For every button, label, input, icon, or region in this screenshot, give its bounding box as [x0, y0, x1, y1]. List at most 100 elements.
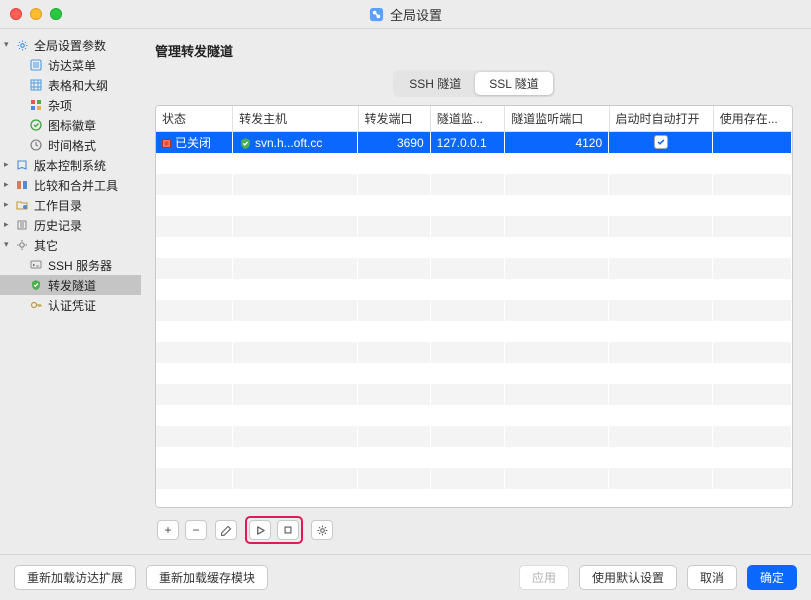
footer: 重新加载访达扩展 重新加载缓存模块 应用 使用默认设置 取消 确定 [0, 554, 811, 600]
column-header[interactable]: 转发主机 [233, 106, 358, 132]
settings-button[interactable] [311, 520, 333, 540]
content-pane: 管理转发隧道 SSH 隧道SSL 隧道 状态转发主机转发端口隧道监...隧道监听… [141, 29, 811, 554]
play-stop-highlight [245, 516, 303, 544]
defaults-button[interactable]: 使用默认设置 [579, 565, 677, 590]
titlebar: 全局设置 [0, 0, 811, 28]
table-row-empty [156, 216, 792, 237]
table-toolbar: + − [155, 508, 793, 548]
column-header[interactable]: 转发端口 [358, 106, 430, 132]
table-header-row: 状态转发主机转发端口隧道监...隧道监听端口启动时自动打开使用存在... [156, 106, 792, 132]
group-icon [14, 37, 30, 53]
sidebar-item[interactable]: 认证凭证 [0, 295, 141, 315]
table-row-empty [156, 447, 792, 468]
table-row-empty [156, 384, 792, 405]
sidebar-item-label: 访达菜单 [48, 57, 96, 74]
table-row-empty [156, 279, 792, 300]
window-body: ▾全局设置参数访达菜单表格和大纲杂项图标徽章时间格式▸版本控制系统▸比较和合并工… [0, 28, 811, 554]
group-icon [14, 157, 30, 173]
sidebar-item[interactable]: 图标徽章 [0, 115, 141, 135]
table-row-empty [156, 363, 792, 384]
sidebar-group-label: 全局设置参数 [34, 37, 106, 54]
tab[interactable]: SSL 隧道 [475, 72, 553, 95]
sidebar[interactable]: ▾全局设置参数访达菜单表格和大纲杂项图标徽章时间格式▸版本控制系统▸比较和合并工… [0, 29, 141, 554]
app-icon [369, 7, 384, 22]
sidebar-group-label: 版本控制系统 [34, 157, 106, 174]
sidebar-item-label: 转发隧道 [48, 277, 96, 294]
sidebar-group[interactable]: ▸比较和合并工具 [0, 175, 141, 195]
sidebar-item[interactable]: 表格和大纲 [0, 75, 141, 95]
minimize-window-button[interactable] [30, 8, 42, 20]
close-window-button[interactable] [10, 8, 22, 20]
caret-icon: ▸ [4, 159, 14, 170]
item-icon [28, 117, 44, 133]
cell-listen-host: 127.0.0.1 [430, 132, 504, 153]
cancel-button[interactable]: 取消 [687, 565, 737, 590]
cell-status: 已关闭 [156, 132, 233, 153]
sidebar-item[interactable]: SSH 服务器 [0, 255, 141, 275]
reload-access-button[interactable]: 重新加载访达扩展 [14, 565, 136, 590]
sidebar-item[interactable]: 时间格式 [0, 135, 141, 155]
sidebar-group[interactable]: ▸ 工作目录 [0, 195, 141, 215]
table-row-empty [156, 468, 792, 489]
item-icon [28, 97, 44, 113]
sidebar-item-label: 表格和大纲 [48, 77, 108, 94]
sidebar-group[interactable]: ▸ 版本控制系统 [0, 155, 141, 175]
remove-button[interactable]: − [185, 520, 207, 540]
cell-port: 3690 [358, 132, 430, 153]
window: 全局设置 ▾全局设置参数访达菜单表格和大纲杂项图标徽章时间格式▸版本控制系统▸比… [0, 0, 811, 600]
page-title: 管理转发隧道 [155, 41, 793, 60]
item-icon [28, 77, 44, 93]
caret-icon: ▾ [4, 239, 14, 250]
group-icon [14, 197, 30, 213]
cell-host: svn.h...oft.cc [233, 132, 358, 153]
stop-button[interactable] [277, 520, 299, 540]
cell-auto-open[interactable] [609, 132, 713, 153]
traffic-lights [10, 8, 62, 20]
item-icon [28, 277, 44, 293]
sidebar-item[interactable]: 杂项 [0, 95, 141, 115]
table-row[interactable]: 已关闭 svn.h...oft.cc 3690 127.0.0.1 4120 [156, 132, 792, 153]
reload-cache-button[interactable]: 重新加载缓存模块 [146, 565, 268, 590]
checkbox-icon[interactable] [654, 135, 668, 149]
add-button[interactable]: + [157, 520, 179, 540]
tab[interactable]: SSH 隧道 [395, 72, 475, 95]
status-indicator-icon [162, 139, 171, 148]
sidebar-group[interactable]: ▾ 其它 [0, 235, 141, 255]
sidebar-group[interactable]: ▾全局设置参数 [0, 35, 141, 55]
edit-button[interactable] [215, 520, 237, 540]
table-row-empty [156, 153, 792, 174]
table-row-empty [156, 195, 792, 216]
sidebar-group-label: 历史记录 [34, 217, 82, 234]
zoom-window-button[interactable] [50, 8, 62, 20]
sidebar-group-label: 其它 [34, 237, 58, 254]
column-header[interactable]: 隧道监听端口 [505, 106, 609, 132]
play-button[interactable] [249, 520, 271, 540]
item-icon [28, 297, 44, 313]
column-header[interactable]: 状态 [156, 106, 233, 132]
sidebar-group-label: 工作目录 [34, 197, 82, 214]
table-body[interactable]: 已关闭 svn.h...oft.cc 3690 127.0.0.1 4120 [156, 132, 792, 507]
sidebar-group[interactable]: ▸历史记录 [0, 215, 141, 235]
group-icon [14, 177, 30, 193]
column-header[interactable]: 启动时自动打开 [609, 106, 713, 132]
table-row-empty [156, 342, 792, 363]
window-title: 全局设置 [0, 5, 811, 24]
shield-icon [239, 137, 252, 150]
column-header[interactable]: 使用存在... [713, 106, 792, 132]
table-row-empty [156, 174, 792, 195]
item-icon [28, 57, 44, 73]
tab-segmented-control[interactable]: SSH 隧道SSL 隧道 [393, 70, 555, 97]
table-row-empty [156, 489, 792, 507]
sidebar-group-label: 比较和合并工具 [34, 177, 118, 194]
group-icon [14, 217, 30, 233]
ok-button[interactable]: 确定 [747, 565, 797, 590]
item-icon [28, 257, 44, 273]
sidebar-item-label: 杂项 [48, 97, 72, 114]
apply-button[interactable]: 应用 [519, 565, 569, 590]
caret-icon: ▸ [4, 199, 14, 210]
column-header[interactable]: 隧道监... [430, 106, 504, 132]
sidebar-item[interactable]: 访达菜单 [0, 55, 141, 75]
table-row-empty [156, 237, 792, 258]
sidebar-item[interactable]: 转发隧道 [0, 275, 141, 295]
tabbar: SSH 隧道SSL 隧道 [155, 70, 793, 97]
